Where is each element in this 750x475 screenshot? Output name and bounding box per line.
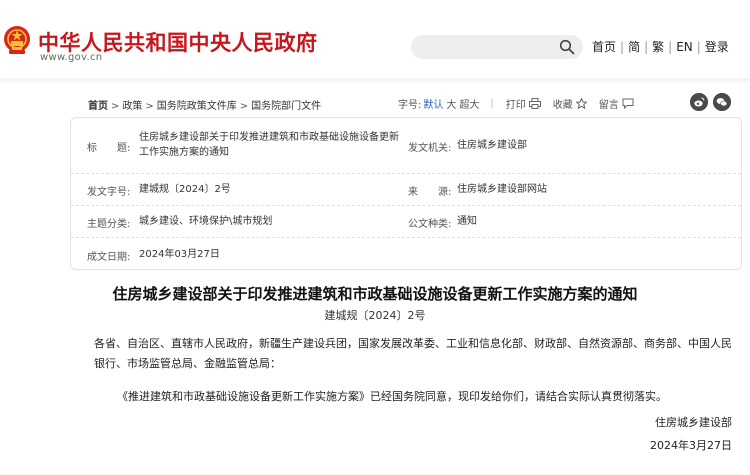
- metadata-row: 发文字号: 建城规〔2024〕2号 来 源: 住房城乡建设部网站: [71, 174, 741, 206]
- nav-simplified-link[interactable]: 简: [628, 40, 640, 54]
- star-icon: [575, 98, 587, 109]
- topic-label: 主题分类:: [87, 219, 131, 230]
- breadcrumb-home-link[interactable]: 首页: [88, 101, 108, 112]
- document-body: 《推进建筑和市政基础设施设备更新工作实施方案》已经国务院同意，现印发给你们，请结…: [117, 390, 667, 403]
- article-tools: 字号: 默认 大 超大 | 打印 收藏 留言: [398, 96, 634, 111]
- document-addressees: 各省、自治区、直辖市人民政府，新疆生产建设兵团，国家发展改革委、工业和信息化部、…: [94, 337, 732, 370]
- issuer-value: 住房城乡建设部: [457, 140, 527, 151]
- favorite-label: 收藏: [552, 100, 573, 111]
- favorite-button[interactable]: 收藏: [553, 96, 587, 111]
- font-size-label: 字号:: [398, 100, 422, 111]
- document-signer: 住房城乡建设部: [655, 416, 732, 429]
- top-nav: 首页 | 简 | 繁 | EN | 登录: [592, 38, 729, 55]
- font-size-default-button[interactable]: 默认: [423, 96, 443, 111]
- document-title: 住房城乡建设部关于印发推进建筑和市政基础设施设备更新工作实施方案的通知: [112, 285, 638, 303]
- message-button[interactable]: 留言: [599, 96, 634, 111]
- metadata-row: 主题分类: 城乡建设、环境保护\城市规划 公文种类: 通知: [71, 206, 741, 238]
- issuer-label: 发文机关:: [408, 143, 452, 154]
- document-metadata-table: 标 题: 住房城乡建设部关于印发推进建筑和市政基础设施设备更新工作实施方案的通知…: [70, 117, 742, 270]
- doc-number-value: 建城规〔2024〕2号: [139, 184, 231, 195]
- comment-icon: [622, 98, 634, 109]
- document-sign-date: 2024年3月27日: [650, 439, 732, 452]
- nav-separator: |: [668, 40, 673, 54]
- font-size-xlarge-button[interactable]: 超大: [459, 96, 479, 111]
- title-value: 住房城乡建设部关于印发推进建筑和市政基础设施设备更新工作实施方案的通知: [139, 132, 399, 158]
- breadcrumb-separator: >: [111, 101, 120, 112]
- message-label: 留言: [598, 100, 619, 111]
- breadcrumb-separator: >: [145, 101, 154, 112]
- source-label: 来 源:: [408, 187, 452, 198]
- nav-separator: |: [644, 40, 649, 54]
- nav-separator: |: [696, 40, 701, 54]
- doc-type-value: 通知: [457, 216, 477, 227]
- nav-separator: |: [620, 40, 625, 54]
- font-size-large-button[interactable]: 大: [446, 96, 456, 111]
- printer-icon: [528, 98, 541, 109]
- tools-separator: |: [490, 98, 494, 109]
- topic-value: 城乡建设、环境保护\城市规划: [139, 216, 273, 227]
- source-value: 住房城乡建设部网站: [457, 184, 547, 195]
- weibo-share-icon[interactable]: [690, 93, 708, 111]
- title-label: 标 题:: [87, 143, 131, 154]
- date-value: 2024年03月27日: [139, 249, 220, 260]
- print-button[interactable]: 打印: [506, 96, 541, 111]
- nav-home-link[interactable]: 首页: [592, 40, 616, 54]
- breadcrumb-policy-link[interactable]: 政策: [122, 101, 142, 112]
- site-url: www.gov.cn: [40, 52, 103, 63]
- metadata-row: 成文日期: 2024年03月27日: [71, 238, 741, 271]
- document-number: 建城规〔2024〕2号: [324, 309, 426, 322]
- breadcrumb-library-link[interactable]: 国务院政策文件库: [157, 101, 237, 112]
- breadcrumb-separator: >: [239, 101, 249, 112]
- site-header: 中华人民共和国中央人民政府 www.gov.cn 首页 | 简 | 繁 | EN | 登录: [0, 0, 750, 78]
- metadata-row: 标 题: 住房城乡建设部关于印发推进建筑和市政基础设施设备更新工作实施方案的通知…: [71, 118, 741, 174]
- date-label: 成文日期:: [87, 252, 131, 263]
- search-icon[interactable]: [559, 39, 575, 55]
- search-input[interactable]: [411, 35, 583, 59]
- doc-number-label: 发文字号:: [87, 187, 131, 198]
- header-divider: [0, 78, 750, 84]
- nav-traditional-link[interactable]: 繁: [652, 40, 664, 54]
- breadcrumb: 首页 > 政策 > 国务院政策文件库 > 国务院部门文件: [88, 97, 321, 112]
- print-label: 打印: [505, 100, 526, 111]
- breadcrumb-department-link[interactable]: 国务院部门文件: [251, 101, 321, 112]
- doc-type-label: 公文种类:: [408, 219, 452, 230]
- nav-login-link[interactable]: 登录: [705, 40, 729, 54]
- nav-english-link[interactable]: EN: [676, 40, 693, 54]
- national-emblem-icon[interactable]: [2, 24, 32, 58]
- wechat-share-icon[interactable]: [713, 93, 731, 111]
